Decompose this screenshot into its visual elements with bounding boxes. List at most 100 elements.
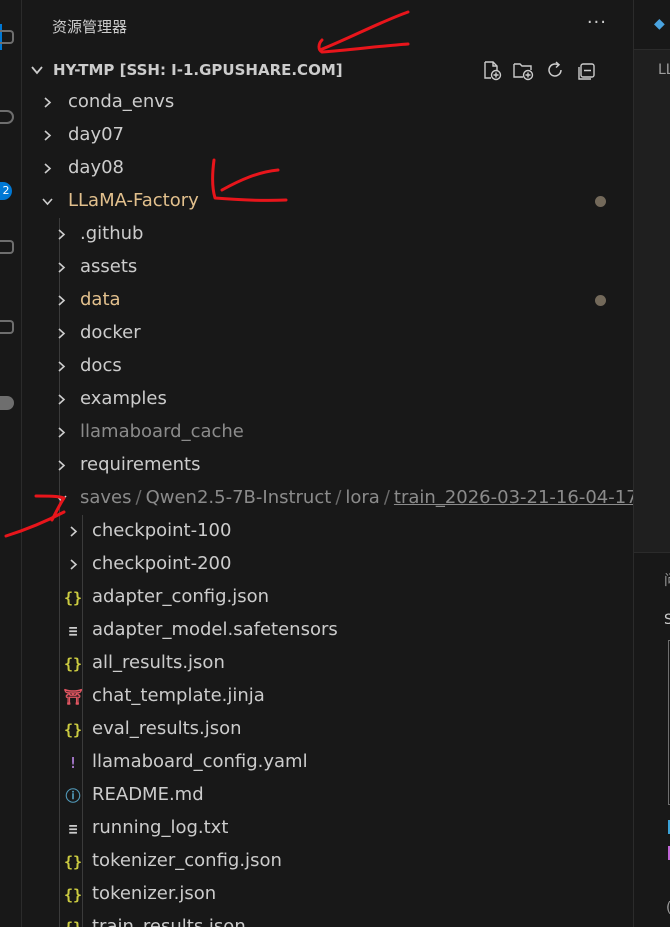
tree-item-label: train_results.json — [92, 916, 246, 927]
panel-text: ( — [666, 900, 670, 916]
tree-item-eval-results-json[interactable]: {} eval_results.json — [22, 713, 622, 746]
tree-item-data[interactable]: data — [22, 284, 622, 317]
workspace-root-label: HY-TMP [SSH: I-1.GPUSHARE.COM] — [53, 61, 343, 79]
tree-item-label: day07 — [68, 124, 125, 145]
new-folder-button[interactable] — [512, 59, 534, 81]
tree-item-readme-md[interactable]: ⓘ README.md — [22, 779, 622, 812]
tree-item-label: tokenizer_config.json — [92, 850, 282, 871]
chevron-right-icon — [44, 130, 52, 141]
tree-item-adapter-config-json[interactable]: {} adapter_config.json — [22, 581, 622, 614]
tree-item-label: assets — [80, 256, 138, 277]
collapse-all-button[interactable] — [576, 59, 598, 81]
tree-item-requirements[interactable]: requirements — [22, 449, 622, 482]
modified-dot-icon — [595, 295, 606, 306]
tree-item-label: checkpoint-200 — [92, 553, 232, 574]
editor-tab-text: LL — [658, 62, 670, 78]
tree-item-saves-compact-path[interactable]: saves / Qwen2.5-7B-Instruct / lora / train_202… — [22, 482, 638, 515]
tree-item-llamaboard-cache[interactable]: llamaboard_cache — [22, 416, 622, 449]
chevron-down-icon — [56, 495, 67, 503]
tree-item-adapter-model-safetensors[interactable]: ≡ adapter_model.safetensors — [22, 614, 622, 647]
chevron-right-icon — [44, 97, 52, 108]
extensions-view-icon[interactable] — [0, 320, 14, 334]
python-file-icon[interactable]: ◆ — [654, 16, 665, 32]
tree-item-assets[interactable]: assets — [22, 251, 622, 284]
tree-item-examples[interactable]: examples — [22, 383, 622, 416]
path-separator: / — [383, 487, 390, 508]
json-braces-icon: {} — [63, 886, 83, 904]
chevron-down-icon — [42, 198, 53, 206]
tree-item-docs[interactable]: docs — [22, 350, 622, 383]
tree-item-llamaboard-config-yaml[interactable]: ! llamaboard_config.yaml — [22, 746, 622, 779]
explorer-view-icon[interactable] — [0, 30, 14, 44]
tree-item-label: adapter_model.safetensors — [92, 619, 338, 640]
refresh-icon — [548, 61, 562, 77]
tree-item-chat-template-jinja[interactable]: ⛩ chat_template.jinja — [22, 680, 622, 713]
new-file-button[interactable] — [480, 59, 502, 81]
chevron-right-icon — [58, 229, 66, 240]
refresh-button[interactable] — [544, 59, 566, 81]
tree-item-label: checkpoint-100 — [92, 520, 232, 541]
search-view-icon[interactable] — [0, 110, 14, 124]
run-debug-view-icon[interactable] — [0, 240, 14, 254]
tree-item-label: LLaMA-Factory — [68, 190, 199, 211]
tree-item-label: conda_envs — [68, 91, 175, 112]
tree-item-day07[interactable]: day07 — [22, 119, 622, 152]
tree-item-all-results-json[interactable]: {} all_results.json — [22, 647, 622, 680]
chevron-right-icon — [70, 526, 78, 537]
tree-item-label: requirements — [80, 454, 201, 475]
remote-explorer-icon[interactable] — [0, 396, 14, 410]
tree-item-conda-envs[interactable]: conda_envs — [22, 86, 622, 119]
chevron-right-icon — [44, 163, 52, 174]
tree-item-llama-factory[interactable]: LLaMA-Factory — [22, 185, 622, 218]
json-braces-icon: {} — [63, 655, 83, 673]
json-braces-icon: {} — [63, 853, 83, 871]
chevron-down-icon — [31, 66, 43, 75]
editor-area-edge: ◆ LL 问 S ( — [633, 0, 670, 927]
tree-item-label: day08 — [68, 157, 125, 178]
explorer-panel: 资源管理器 ··· HY-TMP [SSH: I-1.GPUSHARE.COM] — [22, 0, 654, 927]
tree-item-checkpoint-200[interactable]: checkpoint-200 — [22, 548, 622, 581]
chevron-right-icon — [58, 262, 66, 273]
source-control-badge[interactable]: 2 — [0, 182, 12, 200]
chevron-right-icon — [70, 559, 78, 570]
tree-item-day08[interactable]: day08 — [22, 152, 622, 185]
tree-item-label: llamaboard_config.yaml — [92, 751, 308, 772]
panel-text: 问 — [664, 570, 670, 590]
tree-item-label: .github — [80, 223, 144, 244]
explorer-title: 资源管理器 — [52, 18, 128, 36]
chevron-right-icon — [58, 427, 66, 438]
tree-item-label: all_results.json — [92, 652, 225, 673]
tree-item-label: data — [80, 289, 121, 310]
tree-item-train-results-json[interactable]: {} train_results.json — [22, 911, 622, 927]
modified-dot-icon — [595, 196, 606, 207]
tree-item-label: docker — [80, 322, 141, 343]
activity-bar: 2 — [0, 0, 22, 927]
info-circle-icon: ⓘ — [65, 787, 81, 805]
path-segment[interactable]: lora — [345, 487, 379, 508]
tree-item-github[interactable]: .github — [22, 218, 622, 251]
json-braces-icon: {} — [63, 918, 83, 927]
tree-item-checkpoint-100[interactable]: checkpoint-100 — [22, 515, 622, 548]
bottom-panel — [634, 552, 670, 927]
file-tree: conda_envs day07 day08 LLaMA-Factory .github… — [22, 86, 638, 927]
tree-item-running-log-txt[interactable]: ≡ running_log.txt — [22, 812, 622, 845]
tree-item-label: tokenizer.json — [92, 883, 217, 904]
path-segment[interactable]: train_2026-03-21-16-04-17 — [394, 487, 638, 508]
text-lines-icon: ≡ — [68, 622, 78, 640]
path-segment[interactable]: Qwen2.5-7B-Instruct — [146, 487, 332, 508]
tree-item-label: docs — [80, 355, 122, 376]
tree-item-label: eval_results.json — [92, 718, 242, 739]
more-actions-button[interactable]: ··· — [587, 12, 607, 33]
explorer-title-row: 资源管理器 ··· — [22, 0, 633, 54]
jinja-icon: ⛩ — [63, 688, 83, 706]
json-braces-icon: {} — [63, 589, 83, 607]
tree-item-tokenizer-config-json[interactable]: {} tokenizer_config.json — [22, 845, 622, 878]
collapse-all-icon — [578, 63, 595, 80]
workspace-root-header[interactable]: HY-TMP [SSH: I-1.GPUSHARE.COM] — [22, 54, 633, 86]
chevron-right-icon — [58, 328, 66, 339]
chevron-right-icon — [58, 295, 66, 306]
tree-item-docker[interactable]: docker — [22, 317, 622, 350]
path-segment[interactable]: saves — [80, 487, 132, 508]
tree-item-tokenizer-json[interactable]: {} tokenizer.json — [22, 878, 622, 911]
json-braces-icon: {} — [63, 721, 83, 739]
